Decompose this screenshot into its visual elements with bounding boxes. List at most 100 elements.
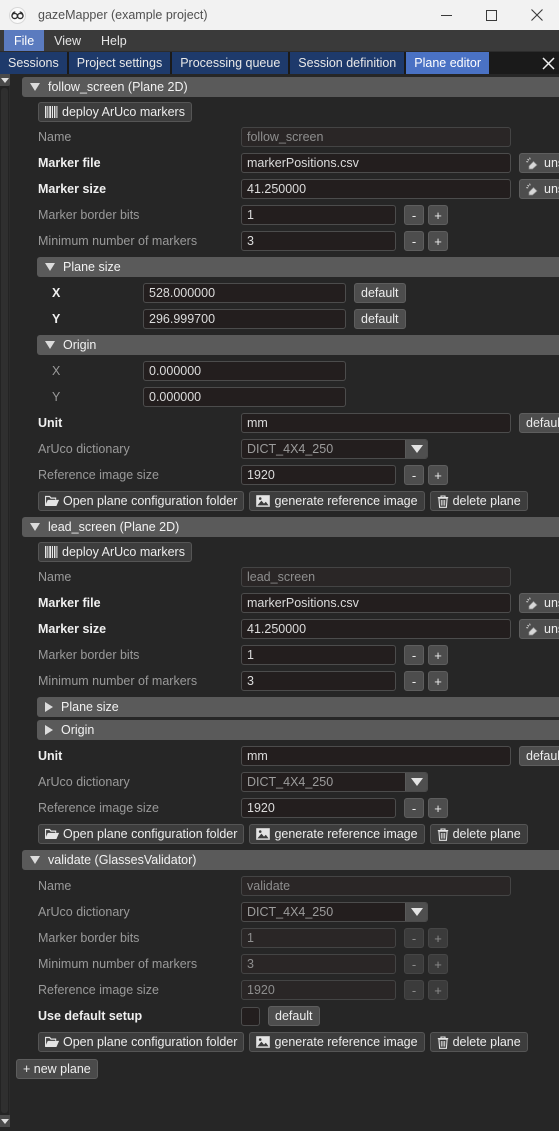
plane-size-y-input[interactable]: 296.999700: [143, 309, 346, 329]
plane-actions-2: Open plane configuration folder generate…: [10, 1029, 559, 1055]
plane-header-follow-screen[interactable]: follow_screen (Plane 2D): [22, 77, 559, 97]
open-plane-configuration-folder-button[interactable]: Open plane configuration folder: [38, 824, 245, 844]
menu-item-help[interactable]: Help: [91, 30, 137, 51]
tab-session-definition[interactable]: Session definition: [290, 52, 405, 74]
scrollbar-thumb[interactable]: [1, 88, 8, 1113]
unit-input[interactable]: mm: [241, 413, 511, 433]
open-plane-configuration-folder-button[interactable]: Open plane configuration folder: [38, 491, 245, 511]
generate-reference-image-button[interactable]: generate reference image: [249, 1032, 425, 1052]
deploy-aruco-markers-button[interactable]: deploy ArUco markers: [38, 102, 192, 122]
close-icon[interactable]: [514, 0, 559, 30]
scroll-down-icon[interactable]: [0, 1115, 10, 1127]
row-border-bits-0: Marker border bits 1 - +: [10, 202, 559, 228]
generate-reference-label: generate reference image: [274, 494, 418, 508]
tab-close-icon[interactable]: [538, 52, 559, 74]
unit-default-button[interactable]: default: [519, 746, 559, 766]
row-border-bits-1: Marker border bits 1 - +: [10, 642, 559, 668]
marker-border-bits-increment[interactable]: +: [428, 645, 448, 665]
reference-image-size-decrement[interactable]: -: [404, 465, 424, 485]
min-markers-decrement[interactable]: -: [404, 671, 424, 691]
aruco-dictionary-select[interactable]: DICT_4X4_250: [241, 772, 428, 792]
label-origin-y: Y: [52, 390, 61, 404]
aruco-dictionary-select[interactable]: DICT_4X4_250: [241, 439, 428, 459]
origin-x-input[interactable]: 0.000000: [143, 361, 346, 381]
deploy-aruco-markers-button[interactable]: deploy ArUco markers: [38, 542, 192, 562]
marker-file-input[interactable]: markerPositions.csv: [241, 153, 511, 173]
eraser-icon: [526, 622, 540, 636]
plane-size-header-0[interactable]: Plane size: [37, 257, 559, 277]
marker-border-bits-input[interactable]: 1: [241, 645, 396, 665]
min-markers-increment[interactable]: +: [428, 671, 448, 691]
marker-size-input[interactable]: 41.250000: [241, 619, 511, 639]
tab-project-settings[interactable]: Project settings: [68, 52, 171, 74]
chevron-right-icon: [45, 725, 53, 735]
marker-file-input[interactable]: markerPositions.csv: [241, 593, 511, 613]
plane-size-header-1[interactable]: Plane size: [37, 697, 559, 717]
minimize-icon[interactable]: [424, 0, 469, 30]
maximize-icon[interactable]: [469, 0, 514, 30]
reference-image-size-decrement: -: [404, 980, 424, 1000]
glasses-icon: [9, 6, 26, 24]
chevron-down-icon[interactable]: [405, 440, 427, 458]
tab-processing-queue[interactable]: Processing queue: [172, 52, 289, 74]
open-plane-configuration-folder-button[interactable]: Open plane configuration folder: [38, 1032, 245, 1052]
delete-plane-button[interactable]: delete plane: [429, 824, 528, 844]
unset-marker-file-button[interactable]: unset: [519, 593, 559, 613]
image-icon: [256, 495, 271, 507]
min-markers-decrement[interactable]: -: [404, 231, 424, 251]
row-min-markers-2: Minimum number of markers 3 - +: [10, 951, 559, 977]
min-markers-increment[interactable]: +: [428, 231, 448, 251]
reference-image-size-decrement[interactable]: -: [404, 798, 424, 818]
label-reference-image-size: Reference image size: [38, 801, 159, 815]
min-markers-increment: +: [428, 954, 448, 974]
tab-plane-editor[interactable]: Plane editor: [406, 52, 489, 74]
origin-header-0[interactable]: Origin: [37, 335, 559, 355]
menu-item-view[interactable]: View: [44, 30, 91, 51]
aruco-dictionary-value: DICT_4X4_250: [247, 905, 334, 919]
menu-item-file[interactable]: File: [4, 30, 45, 51]
delete-plane-button[interactable]: delete plane: [429, 1032, 528, 1052]
unset-marker-size-button[interactable]: unset: [519, 179, 559, 199]
min-markers-input[interactable]: 3: [241, 671, 396, 691]
generate-reference-image-button[interactable]: generate reference image: [249, 824, 425, 844]
deploy-label: deploy ArUco markers: [62, 105, 185, 119]
unit-default-button[interactable]: default: [519, 413, 559, 433]
plane-size-label: Plane size: [61, 700, 119, 714]
generate-reference-image-button[interactable]: generate reference image: [249, 491, 425, 511]
plane-actions-1: Open plane configuration folder generate…: [10, 821, 559, 847]
scroll-up-icon[interactable]: [0, 74, 10, 86]
image-icon: [256, 1036, 271, 1048]
plane-header-lead-screen[interactable]: lead_screen (Plane 2D): [22, 517, 559, 537]
use-default-setup-default-button[interactable]: default: [268, 1006, 320, 1026]
delete-plane-button[interactable]: delete plane: [429, 491, 528, 511]
min-markers-input[interactable]: 3: [241, 231, 396, 251]
origin-y-input[interactable]: 0.000000: [143, 387, 346, 407]
marker-border-bits-input[interactable]: 1: [241, 205, 396, 225]
unset-label: unset: [544, 156, 559, 170]
unset-marker-file-button[interactable]: unset: [519, 153, 559, 173]
vertical-scrollbar[interactable]: [0, 74, 10, 1127]
marker-border-bits-increment[interactable]: +: [428, 205, 448, 225]
plane-size-y-default-button[interactable]: default: [354, 309, 406, 329]
marker-size-input[interactable]: 41.250000: [241, 179, 511, 199]
plane-size-x-default-button[interactable]: default: [354, 283, 406, 303]
marker-border-bits-decrement[interactable]: -: [404, 205, 424, 225]
origin-header-1[interactable]: Origin: [37, 720, 559, 740]
row-aruco-dict-0: ArUco dictionary DICT_4X4_250: [10, 436, 559, 462]
row-marker-file-1: Marker file markerPositions.csv unset: [10, 590, 559, 616]
unit-input[interactable]: mm: [241, 746, 511, 766]
unset-marker-size-button[interactable]: unset: [519, 619, 559, 639]
reference-image-size-input[interactable]: 1920: [241, 465, 396, 485]
marker-border-bits-decrement[interactable]: -: [404, 645, 424, 665]
new-plane-button[interactable]: + new plane: [16, 1059, 98, 1079]
plane-header-validate[interactable]: validate (GlassesValidator): [22, 850, 559, 870]
label-unit: Unit: [38, 749, 63, 763]
label-name: Name: [38, 879, 72, 893]
reference-image-size-increment[interactable]: +: [428, 465, 448, 485]
reference-image-size-increment[interactable]: +: [428, 798, 448, 818]
chevron-down-icon[interactable]: [405, 773, 427, 791]
plane-size-x-input[interactable]: 528.000000: [143, 283, 346, 303]
tab-sessions[interactable]: Sessions: [0, 52, 67, 74]
use-default-setup-checkbox[interactable]: [241, 1006, 260, 1026]
reference-image-size-input[interactable]: 1920: [241, 798, 396, 818]
